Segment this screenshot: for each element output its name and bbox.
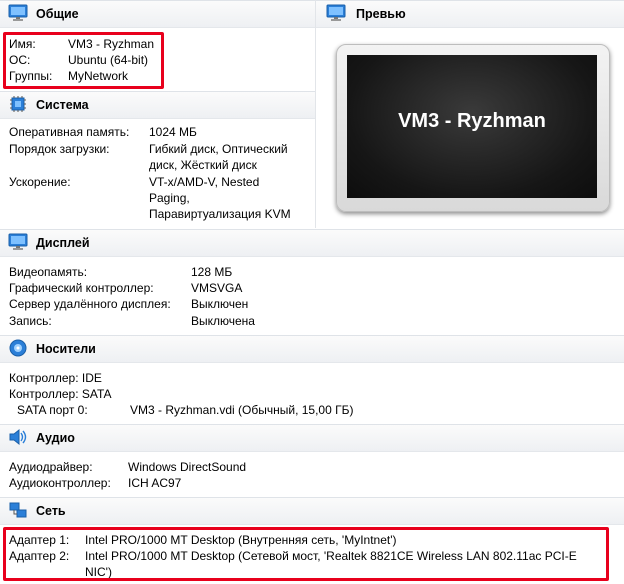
storage-title: Носители — [36, 342, 96, 356]
vram-label: Видеопамять: — [9, 265, 88, 279]
audio-controller-label: Аудиоконтроллер: — [9, 476, 111, 490]
audio-controller-value: ICH AC97 — [128, 476, 182, 490]
monitor-icon — [8, 4, 28, 21]
monitor-icon — [326, 4, 346, 21]
boot-order-label: Порядок загрузки: — [9, 142, 110, 156]
disk-icon — [9, 339, 27, 357]
audio-driver-value: Windows DirectSound — [128, 460, 247, 474]
general-highlight-box — [3, 32, 164, 89]
acceleration-label: Ускорение: — [9, 175, 71, 189]
column-divider — [315, 0, 316, 228]
system-title: Система — [36, 98, 89, 112]
acceleration-value-line3: Паравиртуализация KVM — [149, 207, 291, 221]
recording-label: Запись: — [9, 314, 52, 328]
network-highlight-box — [3, 527, 609, 581]
remote-display-label: Сервер удалённого дисплея: — [9, 297, 171, 311]
monitor-icon — [8, 233, 28, 250]
graphics-controller-value: VMSVGA — [191, 281, 243, 295]
boot-order-value-line1: Гибкий диск, Оптический — [149, 142, 288, 156]
network-icon — [9, 502, 27, 518]
display-section-header — [0, 229, 624, 257]
sata-port-label: SATA порт 0: — [17, 403, 88, 417]
speaker-icon — [9, 428, 27, 446]
controller-ide: Контроллер: IDE — [9, 371, 102, 385]
remote-display-value: Выключен — [191, 297, 249, 311]
chip-icon — [10, 96, 26, 112]
audio-driver-label: Аудиодрайвер: — [9, 460, 93, 474]
boot-order-value-line2: диск, Жёсткий диск — [149, 158, 257, 172]
recording-value: Выключена — [191, 314, 255, 328]
audio-section-header — [0, 424, 624, 452]
vram-value: 128 МБ — [191, 265, 233, 279]
acceleration-value-line1: VT-x/AMD-V, Nested — [149, 175, 260, 189]
audio-title: Аудио — [36, 431, 75, 445]
preview-screen-text: VM3 - Ryzhman — [398, 110, 546, 132]
display-title: Дисплей — [36, 236, 90, 250]
sata-port-value: VM3 - Ryzhman.vdi (Обычный, 15,00 ГБ) — [130, 403, 354, 417]
ram-label: Оперативная память: — [9, 125, 130, 139]
acceleration-value-line2: Paging, — [149, 191, 190, 205]
graphics-controller-label: Графический контроллер: — [9, 281, 154, 295]
network-title: Сеть — [36, 504, 66, 518]
network-section-header — [0, 497, 624, 525]
ram-value: 1024 МБ — [149, 125, 197, 139]
preview-title: Превью — [356, 7, 406, 21]
controller-sata: Контроллер: SATA — [9, 387, 112, 401]
general-title: Общие — [36, 7, 79, 21]
